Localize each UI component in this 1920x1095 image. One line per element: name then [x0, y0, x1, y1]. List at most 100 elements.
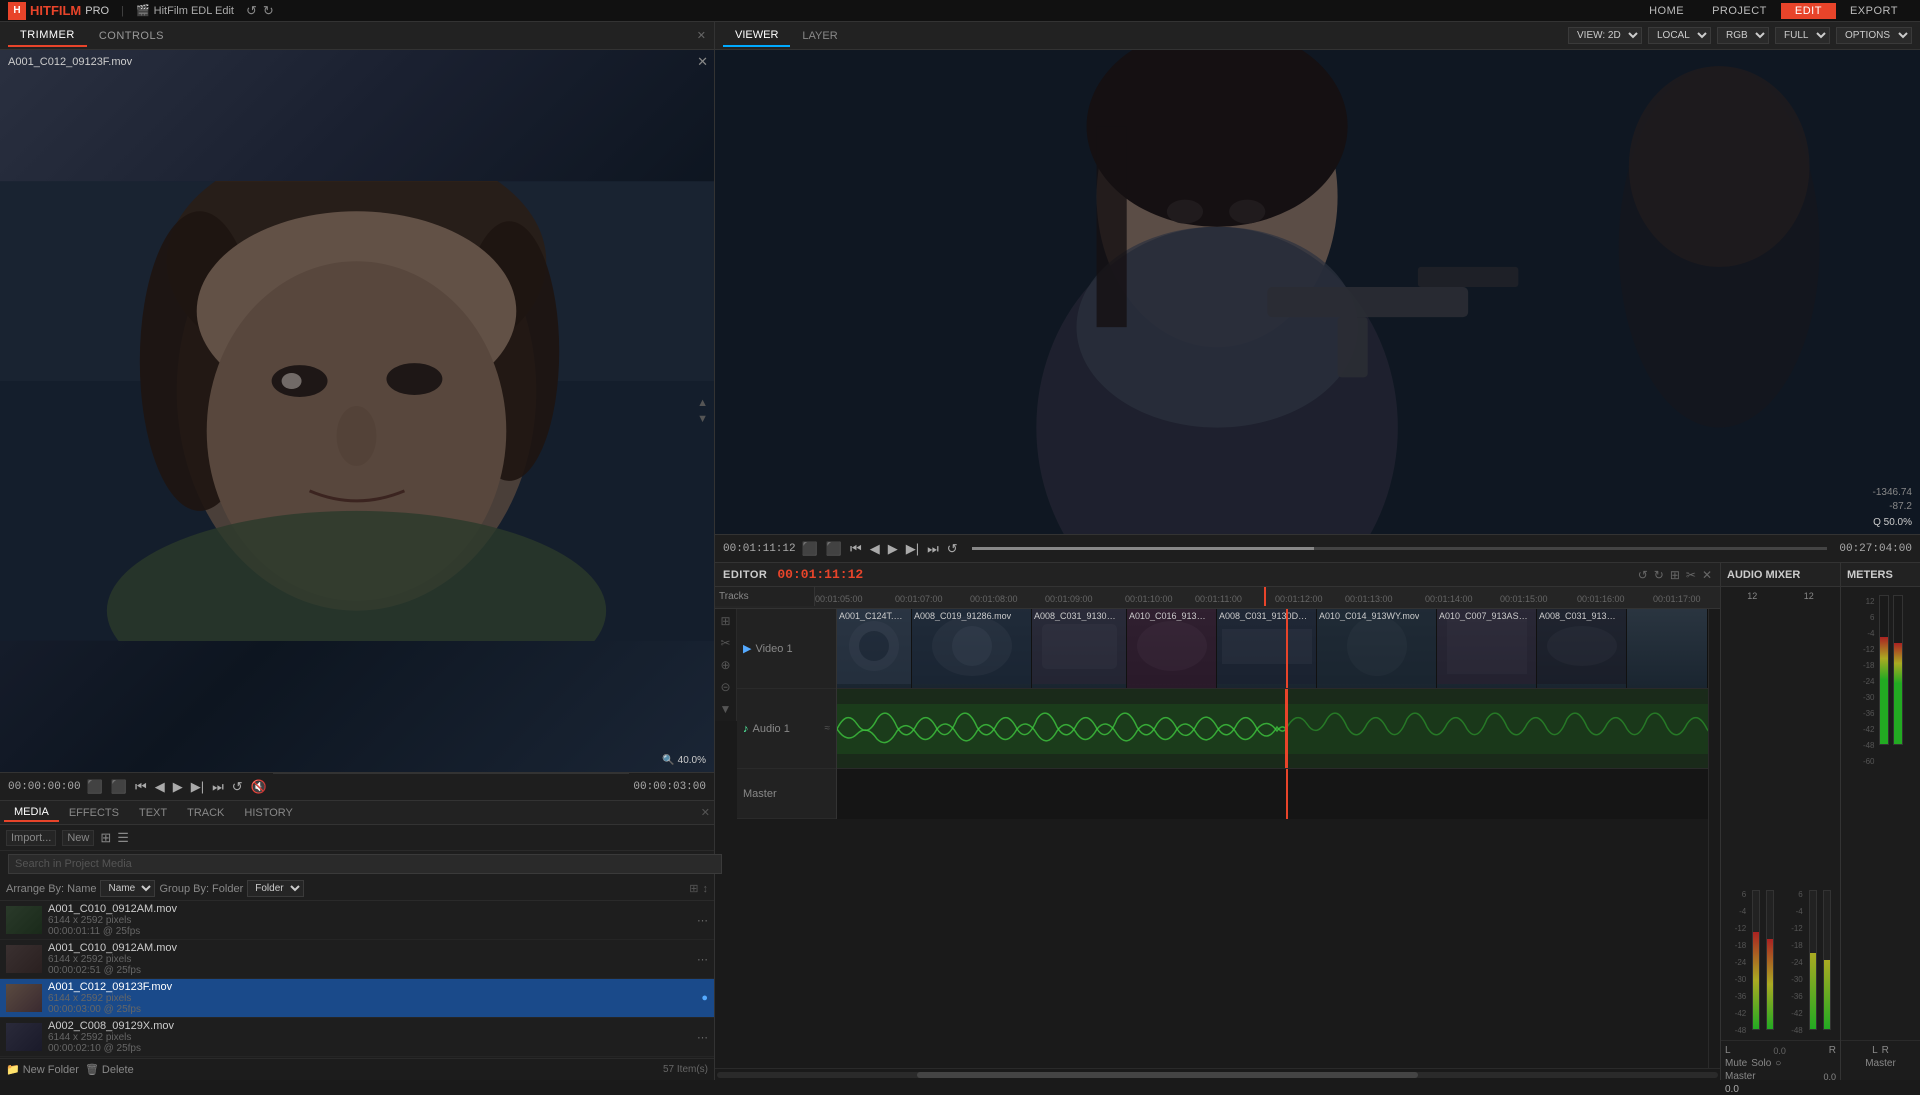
new-folder-button[interactable]: 📁 New Folder — [6, 1063, 79, 1076]
mark-out-btn[interactable]: ⬛ — [109, 779, 129, 795]
viewer-step-fwd[interactable]: ▶| — [904, 541, 921, 557]
mute-label[interactable]: Mute — [1725, 1058, 1747, 1069]
color-mode-dropdown[interactable]: RGB — [1717, 27, 1769, 44]
step-back-btn[interactable]: ◀ — [153, 779, 167, 795]
solo-label[interactable]: Solo — [1751, 1058, 1771, 1069]
viewer-loop[interactable]: ↺ — [945, 541, 960, 557]
ctrl-razor-btn[interactable]: ✂ — [718, 635, 734, 651]
list-item[interactable]: A001_C010_0912AM.mov 6144 x 2592 pixels … — [0, 940, 714, 979]
grid-view-icon[interactable]: ⊞ — [100, 830, 111, 846]
layer-tab[interactable]: LAYER — [790, 26, 849, 46]
preview-filename-label: A001_C012_09123F.mov — [8, 56, 132, 68]
ctrl-lock-btn[interactable]: ⊝ — [718, 679, 734, 695]
ruler-mark: 00:01:13:00 — [1345, 594, 1393, 604]
history-tab[interactable]: HISTORY — [234, 805, 303, 821]
nav-project[interactable]: PROJECT — [1698, 3, 1781, 19]
undo-icon[interactable]: ↺ — [246, 3, 257, 19]
mixer-value3: 0.0 — [1725, 1084, 1739, 1095]
list-item[interactable]: A001_C010_0912AM.mov 6144 x 2592 pixels … — [0, 901, 714, 940]
full-mode-dropdown[interactable]: FULL — [1775, 27, 1830, 44]
main-meter-l — [1879, 595, 1889, 745]
viewer-prev[interactable]: ⏮ — [848, 541, 864, 557]
scrollbar-thumb[interactable] — [917, 1072, 1418, 1078]
text-tab[interactable]: TEXT — [129, 805, 177, 821]
preview-close-button[interactable]: ✕ — [697, 54, 708, 70]
timeline-vertical-scrollbar[interactable] — [1708, 609, 1720, 1068]
media-search-input[interactable] — [8, 854, 722, 874]
list-item-selected[interactable]: A001_C012_09123F.mov 6144 x 2592 pixels … — [0, 979, 714, 1018]
redo-icon[interactable]: ↻ — [263, 3, 274, 19]
editor-close-icon[interactable]: ✕ — [1702, 568, 1712, 582]
delete-media-button[interactable]: 🗑 Delete — [85, 1063, 134, 1076]
video-clip[interactable]: A010_C016_9133U.mov — [1127, 609, 1217, 688]
media-item-info: A001_C012_09123F.mov 6144 x 2592 pixels … — [48, 981, 695, 1015]
video-clip-empty — [1627, 609, 1708, 688]
preview-down-arrow[interactable]: ▼ — [697, 413, 708, 425]
bottom-panel-close[interactable]: ✕ — [701, 806, 710, 819]
viewer-progress-bar[interactable] — [972, 547, 1828, 550]
list-item[interactable]: A002_C008_09129X.mov 6144 x 2592 pixels … — [0, 1018, 714, 1057]
viewer-mark-in[interactable]: ⬛ — [800, 541, 820, 557]
effects-tab[interactable]: EFFECTS — [59, 805, 129, 821]
ctrl-down-btn[interactable]: ▼ — [718, 701, 734, 717]
nav-export[interactable]: EXPORT — [1836, 3, 1912, 19]
timeline-container: Tracks 00:01:05:00 00:01:07:00 00:01:08:… — [715, 587, 1720, 1080]
media-item-action-icon[interactable]: ⋯ — [697, 953, 708, 966]
video-clip[interactable]: A001_C124T.mov — [837, 609, 912, 688]
media-item-action-icon[interactable]: ⋯ — [697, 914, 708, 927]
ctrl-magnet-btn[interactable]: ⊕ — [718, 657, 734, 673]
viewer-step-back[interactable]: ◀ — [868, 541, 882, 557]
view-mode-dropdown[interactable]: VIEW: 2D — [1568, 27, 1642, 44]
track-tab[interactable]: TRACK — [177, 805, 234, 821]
group-dropdown[interactable]: Folder — [247, 880, 304, 897]
import-button[interactable]: Import... — [6, 830, 56, 846]
nav-home[interactable]: HOME — [1635, 3, 1698, 19]
loop-btn[interactable]: ↺ — [230, 779, 245, 795]
mute-audio-btn[interactable]: 🔇 — [249, 779, 269, 795]
ruler-mark: 00:01:09:00 — [1045, 594, 1093, 604]
video-clip[interactable]: A008_C031_9130DU.mov — [1217, 609, 1317, 688]
editor-icon1[interactable]: ↺ — [1638, 568, 1648, 582]
editor-icon4[interactable]: ✂ — [1686, 568, 1696, 582]
editor-icon2[interactable]: ↻ — [1654, 568, 1664, 582]
video-clip[interactable]: A008_C031_9130DU.mov — [1032, 609, 1127, 688]
arrange-dropdown[interactable]: Name — [100, 880, 155, 897]
play-btn[interactable]: ▶ — [171, 779, 185, 795]
trimmer-tab[interactable]: TRIMMER — [8, 25, 87, 47]
media-tab[interactable]: MEDIA — [4, 804, 59, 822]
new-media-button[interactable]: New — [62, 830, 94, 846]
list-view-icon[interactable]: ☰ — [117, 830, 129, 846]
next-frame-btn[interactable]: ⏭ — [210, 779, 226, 795]
nav-edit[interactable]: EDIT — [1781, 3, 1836, 19]
video-clip[interactable]: A010_C007_913AS.mov — [1437, 609, 1537, 688]
video-track: A001_C124T.mov A008_C019_91286. — [837, 609, 1708, 689]
viewer-mark-out[interactable]: ⬛ — [824, 541, 844, 557]
viewer-next[interactable]: ⏭ — [925, 541, 941, 557]
mixer-toggle-icon[interactable]: ○ — [1775, 1058, 1781, 1069]
options-dropdown[interactable]: OPTIONS — [1836, 27, 1912, 44]
timeline-horizontal-scrollbar[interactable] — [715, 1068, 1720, 1080]
prev-frame-btn[interactable]: ⏮ — [133, 779, 149, 795]
mark-in-btn[interactable]: ⬛ — [85, 779, 105, 795]
video-clip[interactable]: A008_C019_91286.mov — [912, 609, 1032, 688]
media-item-action-icon[interactable]: ⋯ — [697, 1031, 708, 1044]
step-fwd-btn[interactable]: ▶| — [189, 779, 206, 795]
viewer-tab[interactable]: VIEWER — [723, 25, 790, 47]
main-nav-menu: HOME PROJECT EDIT EXPORT — [1635, 3, 1912, 19]
local-dropdown[interactable]: LOCAL — [1648, 27, 1711, 44]
panel-close-btn[interactable]: ✕ — [697, 29, 706, 42]
trimmer-time-right: 00:00:03:00 — [633, 781, 706, 793]
media-item-info: A001_C010_0912AM.mov 6144 x 2592 pixels … — [48, 942, 691, 976]
media-item-action-icon[interactable]: ● — [701, 992, 708, 1004]
video-clip[interactable]: A010_C014_913WY.mov — [1317, 609, 1437, 688]
video-clip[interactable]: A008_C031_913DU.mov — [1537, 609, 1627, 688]
viewer-play[interactable]: ▶ — [886, 541, 900, 557]
media-item-details1: 6144 x 2592 pixels — [48, 915, 691, 926]
audio-mixer-title: AUDIO MIXER — [1727, 569, 1800, 581]
controls-tab[interactable]: CONTROLS — [87, 26, 176, 46]
ctrl-snap-btn[interactable]: ⊞ — [718, 613, 734, 629]
editor-icon3[interactable]: ⊞ — [1670, 568, 1680, 582]
scale-mark: -30 — [1787, 975, 1803, 984]
scale-mark: -42 — [1730, 1009, 1746, 1018]
preview-up-arrow[interactable]: ▲ — [697, 397, 708, 409]
